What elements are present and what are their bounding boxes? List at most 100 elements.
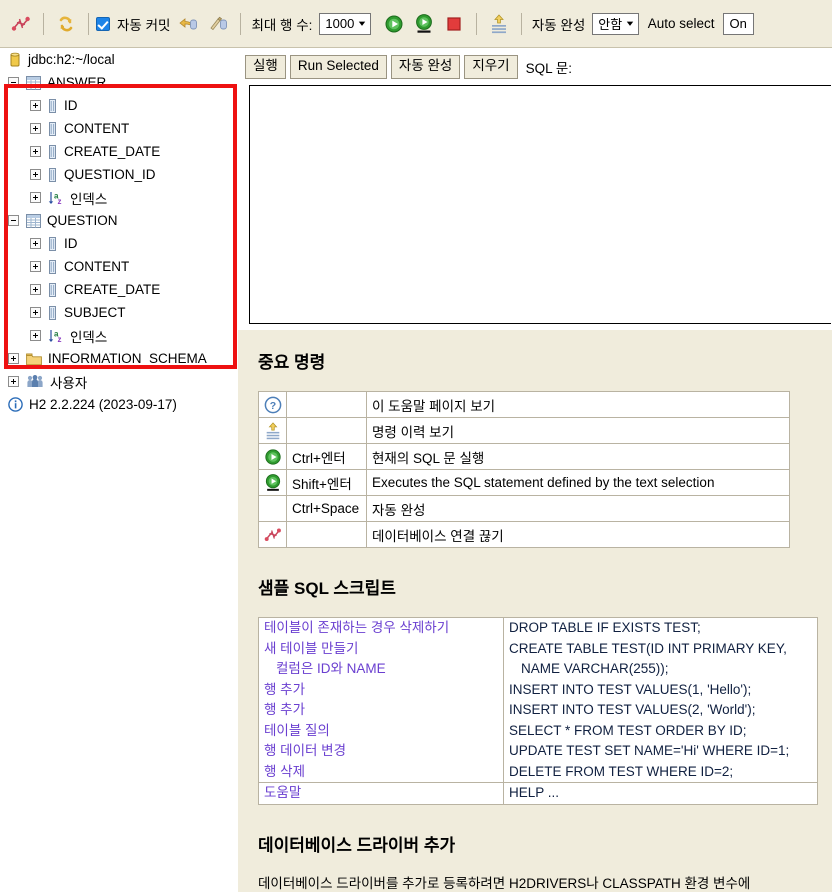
- auto-commit-checkbox[interactable]: [96, 16, 110, 31]
- script-description-line: 컬럼은 ID와 NAME: [276, 661, 386, 676]
- tree-node-label: 인덱스: [70, 329, 108, 345]
- script-sql-line: INSERT INTO TEST VALUES(2, 'World');: [509, 702, 756, 717]
- clear-button[interactable]: 지우기: [464, 55, 518, 79]
- rollback-refresh-icon[interactable]: [51, 9, 81, 39]
- run-icon[interactable]: [258, 443, 287, 470]
- autocomplete-label: 자동 완성: [531, 17, 586, 33]
- command-row: Ctrl+Space 자동 완성: [258, 495, 790, 522]
- database-tree-panel: jdbc:h2:~/local ANSWER ID CONTENT CREATE_DA…: [0, 48, 238, 892]
- expand-icon[interactable]: [30, 261, 41, 272]
- expand-icon[interactable]: [30, 123, 41, 134]
- tree-node-content[interactable]: CONTENT: [0, 117, 238, 140]
- tree-node-label: ID: [64, 236, 78, 251]
- command-description: 명령 이력 보기: [366, 417, 790, 444]
- expand-icon[interactable]: [30, 307, 41, 318]
- tree-node-label: QUESTION_ID: [64, 167, 156, 182]
- run-button[interactable]: 실행: [245, 55, 286, 79]
- autocomplete-button[interactable]: 자동 완성: [390, 55, 461, 79]
- tree-node-label: CREATE_DATE: [64, 144, 161, 159]
- tree-node-id[interactable]: ID: [0, 94, 238, 117]
- command-description: Executes the SQL statement defined by th…: [366, 469, 790, 496]
- command-icon-empty: [258, 495, 287, 522]
- expand-icon[interactable]: [8, 353, 19, 364]
- commit-icon[interactable]: [173, 9, 203, 39]
- script-description-line: 행 삭제: [264, 763, 306, 779]
- tree-node-question_id[interactable]: QUESTION_ID: [0, 163, 238, 186]
- auto-select-value[interactable]: On: [722, 12, 754, 35]
- tree-node-h2-2-2-224-2023-09-17-[interactable]: H2 2.2.224 (2023-09-17): [0, 393, 238, 416]
- tree-node-answer[interactable]: ANSWER: [0, 71, 238, 94]
- toolbar-separator-5: [520, 12, 522, 35]
- svg-text:z: z: [58, 335, 62, 343]
- command-history-icon[interactable]: [258, 417, 287, 444]
- index-icon: az: [48, 329, 64, 343]
- index-icon: az: [48, 191, 64, 205]
- run-selected-icon[interactable]: [258, 469, 287, 496]
- tree-connection-label: jdbc:h2:~/local: [28, 52, 115, 67]
- run-selected-button[interactable]: Run Selected: [289, 55, 387, 79]
- expand-icon[interactable]: [30, 238, 41, 249]
- expand-icon[interactable]: [30, 192, 41, 203]
- command-description: 데이터베이스 연결 끊기: [366, 521, 790, 548]
- tree-node-label: CONTENT: [64, 259, 130, 274]
- tree-node-subject[interactable]: SUBJECT: [0, 301, 238, 324]
- script-description-cell: 테이블이 존재하는 경우 삭제하기 새 테이블 만들기 컬럼은 ID와 NAME 행 …: [258, 617, 504, 783]
- expand-icon[interactable]: [8, 376, 19, 387]
- run-selected-icon[interactable]: [409, 9, 439, 39]
- stop-icon[interactable]: [439, 9, 469, 39]
- expand-icon[interactable]: [30, 169, 41, 180]
- command-row: Ctrl+엔터 현재의 SQL 문 실행: [258, 443, 790, 470]
- command-history-icon[interactable]: [484, 9, 514, 39]
- autocomplete-select[interactable]: 안함 ▾: [592, 12, 639, 35]
- tree-node-question[interactable]: QUESTION: [0, 209, 238, 232]
- driver-paragraph: 데이터베이스 드라이버를 추가로 등록하려면 H2DRIVERS나 CLASSP…: [258, 875, 751, 891]
- tree-node-information_schema[interactable]: INFORMATION_SCHEMA: [0, 347, 238, 370]
- max-rows-value: 1000: [325, 16, 355, 31]
- script-sql-line: UPDATE TEST SET NAME='Hi' WHERE ID=1;: [509, 743, 790, 758]
- script-sql-line: DROP TABLE IF EXISTS TEST;: [509, 620, 701, 635]
- toolbar-separator-2: [88, 12, 89, 35]
- toolbar-separator-3: [240, 12, 242, 35]
- table-icon: [26, 75, 41, 90]
- chevron-down-icon: ▾: [359, 18, 366, 28]
- expand-icon[interactable]: [30, 284, 41, 295]
- tree-node-id[interactable]: ID: [0, 232, 238, 255]
- tree-node-label: H2 2.2.224 (2023-09-17): [29, 397, 177, 412]
- column-icon: [48, 121, 58, 136]
- command-shortcut: Ctrl+Space: [286, 495, 367, 522]
- help-question-icon[interactable]: ?: [258, 391, 287, 418]
- script-sql-line: DELETE FROM TEST WHERE ID=2;: [509, 763, 734, 779]
- column-icon: [48, 98, 58, 113]
- table-icon: [26, 213, 41, 228]
- collapse-icon[interactable]: [8, 77, 19, 88]
- tree-node-label: INFORMATION_SCHEMA: [48, 351, 207, 366]
- help-content-area: 중요 명령 ? 이 도움말 페이지 보기 명령 이력 보기 Ctrl+엔터 현재의 SQ…: [238, 330, 832, 892]
- disconnect-icon[interactable]: [258, 521, 287, 548]
- command-shortcut: [286, 391, 367, 418]
- tree-connection-node[interactable]: jdbc:h2:~/local: [0, 48, 238, 71]
- tree-node-create_date[interactable]: CREATE_DATE: [0, 140, 238, 163]
- command-description: 자동 완성: [366, 495, 790, 522]
- svg-text:z: z: [58, 197, 62, 205]
- sql-editor-textarea[interactable]: [249, 85, 831, 324]
- disconnect-icon[interactable]: [6, 9, 36, 39]
- toolbar-separator-4: [475, 12, 477, 35]
- driver-title: 데이터베이스 드라이버 추가: [258, 835, 456, 855]
- script-description-line: 도움말: [264, 785, 302, 800]
- tree-node-인덱스[interactable]: a z 인덱스: [0, 186, 238, 209]
- tree-node-create_date[interactable]: CREATE_DATE: [0, 278, 238, 301]
- expand-icon[interactable]: [30, 100, 41, 111]
- script-description-line: 행 추가: [264, 681, 306, 697]
- expand-icon[interactable]: [30, 330, 41, 341]
- run-icon[interactable]: [379, 9, 409, 39]
- rollback-icon[interactable]: [203, 9, 233, 39]
- tree-node-인덱스[interactable]: a z 인덱스: [0, 324, 238, 347]
- important-commands-table: ? 이 도움말 페이지 보기 명령 이력 보기 Ctrl+엔터 현재의 SQL 문 실행…: [258, 391, 790, 548]
- expand-icon[interactable]: [30, 146, 41, 157]
- max-rows-select[interactable]: 1000 ▾: [319, 12, 371, 35]
- tree-node-list: ANSWER ID CONTENT CREATE_DATE QUESTION_ID a z 인…: [0, 71, 238, 416]
- collapse-icon[interactable]: [8, 215, 19, 226]
- tree-node-사용자[interactable]: 사용자: [0, 370, 238, 393]
- tree-node-content[interactable]: CONTENT: [0, 255, 238, 278]
- column-icon: [48, 282, 58, 297]
